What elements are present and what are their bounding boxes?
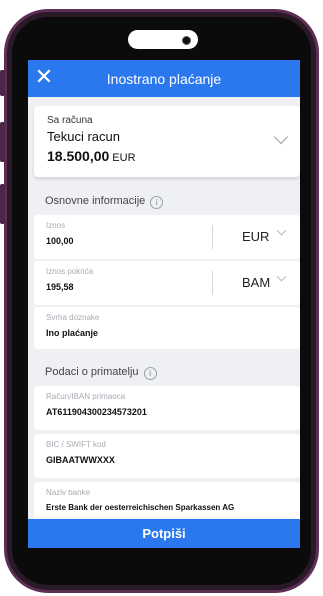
side-button-volume-down	[0, 184, 5, 224]
amount-label: Iznos	[46, 221, 66, 230]
amount-field[interactable]: Iznos 100,00 EUR	[34, 215, 300, 259]
section-recipient: Podaci o primatelju i	[45, 366, 157, 380]
account-balance: 18.500,00 EUR	[47, 148, 136, 164]
coverage-currency-select[interactable]: BAM	[242, 275, 270, 290]
chevron-down-icon	[276, 271, 287, 282]
section-basic-info-label: Osnovne informacije	[45, 195, 146, 207]
iban-label: Račun/IBAN primaoca	[46, 392, 126, 401]
sign-button[interactable]: Potpiši	[28, 519, 300, 548]
side-button-volume-up	[0, 122, 5, 162]
account-balance-currency: EUR	[112, 152, 136, 164]
coverage-amount-value: 195,58	[46, 282, 74, 292]
account-label: Sa računa	[47, 115, 93, 126]
bank-name-value: Erste Bank der oesterreichischen Sparkas…	[46, 503, 235, 512]
page-title: Inostrano plaćanje	[106, 71, 222, 87]
field-divider	[212, 271, 213, 295]
camera-icon	[182, 36, 191, 45]
account-selector[interactable]: Sa računa Tekuci racun 18.500,00 EUR	[34, 106, 300, 177]
purpose-field[interactable]: Svrha doznake Ino plaćanje	[34, 307, 300, 349]
purpose-label: Svrha doznake	[46, 313, 100, 322]
section-basic-info: Osnovne informacije i	[45, 195, 164, 209]
app-screen: ✕ Inostrano plaćanje Sa računa Tekuci ra…	[28, 60, 300, 548]
info-icon[interactable]: i	[150, 196, 164, 209]
section-recipient-label: Podaci o primatelju	[45, 366, 139, 378]
chevron-down-icon	[273, 129, 289, 145]
coverage-amount-field[interactable]: Iznos pokrića 195,58 BAM	[34, 261, 300, 305]
field-divider	[212, 225, 213, 249]
bic-value: GIBAATWWXXX	[46, 455, 115, 465]
bic-label: BIC / SWIFT kod	[46, 440, 106, 449]
side-button-mute	[0, 70, 5, 96]
info-icon[interactable]: i	[143, 367, 157, 380]
purpose-value: Ino plaćanje	[46, 328, 99, 338]
bank-name-label: Naziv banke	[46, 488, 91, 497]
app-bar: ✕ Inostrano plaćanje	[28, 60, 300, 97]
amount-value: 100,00	[46, 236, 74, 246]
iban-value: AT611904300234573201	[46, 407, 147, 417]
account-name: Tekuci racun	[47, 129, 120, 144]
amount-currency-select[interactable]: EUR	[242, 229, 269, 244]
account-balance-value: 18.500,00	[47, 148, 110, 164]
bic-field[interactable]: BIC / SWIFT kod GIBAATWWXXX	[34, 434, 300, 478]
coverage-amount-label: Iznos pokrića	[46, 267, 94, 276]
chevron-down-icon	[276, 225, 287, 236]
iban-field[interactable]: Račun/IBAN primaoca AT611904300234573201	[34, 386, 300, 430]
